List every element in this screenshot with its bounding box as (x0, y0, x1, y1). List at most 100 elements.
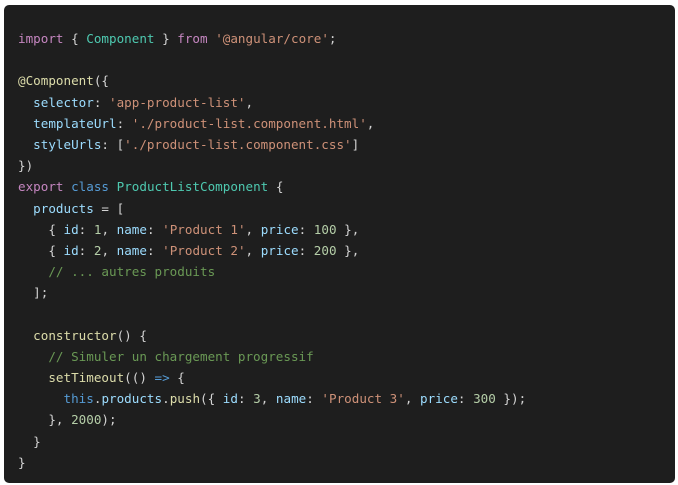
code-token: selector (33, 94, 94, 110)
code-line: templateUrl: './product-list.component.h… (18, 113, 675, 134)
code-token: }, (18, 412, 72, 428)
code-token: 'Product 3' (321, 391, 405, 407)
code-line: // Simuler un chargement progressif (18, 346, 675, 367)
code-token: : (457, 391, 474, 407)
code-token: id (63, 242, 79, 258)
code-token: 200 (313, 242, 337, 258)
code-token: , (245, 242, 261, 258)
code-token: class (71, 179, 110, 195)
code-token: : [ (101, 136, 125, 152)
code-token: }); (495, 391, 527, 407)
code-line: // ... autres produits (18, 261, 675, 282)
code-block: import { Component } from '@angular/core… (4, 5, 675, 483)
code-token: : (146, 221, 163, 237)
code-token: 100 (313, 221, 337, 237)
code-token: { (63, 31, 87, 46)
code-token: => (154, 370, 170, 385)
code-token: } (154, 31, 178, 46)
code-line: { id: 1, name: 'Product 1', price: 100 }… (18, 219, 675, 240)
code-line: products = [ (18, 198, 675, 219)
code-token: 'app-product-list' (109, 94, 246, 110)
code-token: { (18, 242, 64, 258)
code-line: }, 2000); (18, 409, 675, 430)
code-token: ({ (200, 391, 223, 407)
code-token: : (237, 391, 254, 407)
code-token: 2000 (71, 412, 102, 428)
code-token: import (18, 31, 64, 46)
code-line: selector: 'app-product-list', (18, 92, 675, 113)
code-token: products (101, 391, 163, 407)
code-token: : (146, 242, 163, 258)
code-token: '@angular/core' (215, 31, 329, 46)
code-token: } (18, 433, 41, 449)
code-token: ); (101, 412, 117, 428)
code-token: , (101, 242, 117, 258)
code-token: 3 (253, 391, 261, 407)
code-token: }, (336, 242, 360, 258)
code-token: , (260, 391, 276, 407)
code-token: . (162, 391, 170, 407)
code-token: (() (124, 370, 155, 385)
code-token: : (116, 115, 132, 131)
code-line: } (18, 452, 675, 473)
code-token: { (169, 370, 185, 385)
code-token: { (268, 179, 284, 195)
code-token: id (222, 391, 238, 407)
code-token: this (63, 391, 94, 407)
code-token: }, (336, 221, 360, 237)
code-token: ({ (93, 73, 109, 89)
code-token: './product-list.component.html' (131, 115, 367, 131)
code-token: // Simuler un chargement progressif (48, 348, 314, 364)
code-line: }) (18, 155, 675, 176)
code-token: : (298, 242, 314, 258)
code-token: ]; (18, 285, 49, 301)
code-token: } (18, 454, 26, 470)
code-line: { id: 2, name: 'Product 2', price: 200 }… (18, 240, 675, 261)
code-line: constructor() { (18, 325, 675, 346)
code-token: = [ (93, 200, 125, 216)
code-lines: import { Component } from '@angular/core… (18, 28, 675, 473)
code-token: price (260, 242, 299, 258)
code-token: () { (116, 327, 147, 343)
code-token: , (245, 221, 261, 237)
code-token: ProductListComponent (116, 179, 269, 195)
code-token: : (78, 221, 94, 237)
code-token: , (366, 115, 375, 131)
code-token: : (93, 94, 110, 110)
code-line: this.products.push({ id: 3, name: 'Produ… (18, 388, 675, 409)
code-token: : (306, 391, 322, 407)
code-token: // ... autres produits (48, 264, 216, 280)
code-token: @Component (18, 73, 94, 89)
code-token: push (169, 391, 201, 407)
code-token: name (275, 391, 307, 407)
code-line: } (18, 431, 675, 452)
code-token: setTimeout (48, 370, 125, 385)
code-line: @Component({ (18, 70, 675, 91)
code-line: ]; (18, 282, 675, 303)
code-token: 'Product 1' (162, 221, 246, 237)
code-token: ; (328, 31, 337, 46)
code-token: 300 (473, 391, 496, 407)
code-token: ] (351, 136, 360, 152)
code-token: Component (86, 31, 155, 46)
code-token: price (420, 391, 458, 407)
code-line: styleUrls: ['./product-list.component.cs… (18, 134, 675, 155)
code-token: './product-list.component.css' (124, 136, 352, 152)
code-token: templateUrl (33, 115, 117, 131)
code-token: , (404, 391, 420, 407)
code-token: : (78, 242, 94, 258)
code-line: setTimeout(() => { (18, 367, 675, 388)
code-token: }) (18, 158, 34, 174)
code-token: products (33, 200, 94, 216)
